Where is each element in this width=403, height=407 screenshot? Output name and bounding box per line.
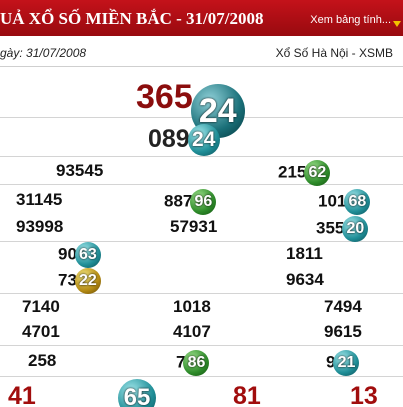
fourth-prize-3-ball: 22 [74, 268, 101, 294]
first-prize-number: 089 [148, 125, 190, 153]
fifth-prize-5: 4107 [173, 322, 211, 341]
seventh-prize-2-ball: 65 [118, 378, 156, 407]
view-table-link[interactable]: Xem bảng tính... [310, 14, 391, 26]
fifth-prize-6: 9615 [324, 322, 362, 341]
fourth-prize-row: 90 63 1811 73 22 9634 [0, 242, 403, 294]
second-prize-row: 93545 215 62 [0, 157, 403, 186]
first-prize: 089 24 [148, 124, 220, 157]
sixth-prize-1-number: 258 [28, 351, 57, 370]
third-prize-4: 93998 [16, 216, 63, 238]
second-prize-1-number: 93545 [56, 161, 104, 180]
first-prize-row: 089 24 [0, 118, 403, 157]
sixth-prize-2: 7 86 [176, 350, 210, 376]
seventh-prize-2: 65 [118, 377, 156, 407]
second-prize-2: 215 62 [278, 160, 331, 186]
fourth-prize-4: 9634 [286, 269, 324, 291]
info-bar: gày: 31/07/2008 Xổ Số Hà Nội - XSMB [0, 40, 403, 67]
third-prize-2: 887 96 [164, 189, 217, 215]
seventh-prize-3: 81 [233, 382, 261, 407]
page-title: UẢ XỔ SỐ MIỀN BẮC - 31/07/2008 [0, 9, 264, 28]
title-bar: UẢ XỔ SỐ MIỀN BẮC - 31/07/2008 Xem bảng … [0, 0, 403, 36]
fourth-prize-1-ball: 63 [74, 242, 101, 268]
third-prize-row: 31145 887 96 101 68 93998 57931 355 20 [0, 185, 403, 242]
third-prize-3: 101 68 [318, 189, 371, 215]
special-prize-row: 365 24 [0, 67, 403, 138]
special-prize-number: 365 [136, 78, 193, 116]
fourth-prize-3: 73 22 [58, 268, 101, 294]
seventh-prize-row: 41 65 81 13 [0, 377, 403, 407]
fourth-prize-2-number: 1811 [286, 244, 323, 263]
fifth-prize-2: 1018 [173, 297, 211, 316]
fifth-prize-4: 4701 [22, 322, 60, 341]
second-prize-2-ball: 62 [304, 160, 331, 186]
fourth-prize-2: 1811 [286, 243, 323, 265]
third-prize-4-number: 93998 [16, 217, 64, 236]
fifth-prize-row: 7140 1018 7494 4701 4107 9615 [0, 294, 403, 346]
third-prize-3-number: 101 [318, 191, 347, 211]
sixth-prize-2-ball: 86 [183, 350, 210, 376]
second-prize-1: 93545 [56, 160, 103, 182]
draw-date: gày: 31/07/2008 [0, 46, 87, 60]
third-prize-6: 355 20 [316, 216, 369, 242]
third-prize-1-number: 31145 [16, 190, 63, 209]
second-prize-2-number: 215 [278, 162, 307, 182]
first-prize-ball: 24 [187, 124, 220, 157]
sixth-prize-row: 258 7 86 9 21 [0, 346, 403, 377]
third-prize-2-number: 887 [164, 191, 193, 211]
sixth-prize-1: 258 [28, 350, 56, 372]
third-prize-3-ball: 68 [344, 189, 371, 215]
fifth-prize-3: 7494 [324, 297, 362, 316]
seventh-prize-1: 41 [8, 382, 36, 407]
third-prize-5: 57931 [170, 216, 217, 238]
sixth-prize-3: 9 21 [326, 350, 360, 376]
dropdown-arrow-icon[interactable] [393, 21, 401, 27]
third-prize-2-ball: 96 [190, 189, 217, 215]
third-prize-6-ball: 20 [342, 216, 369, 242]
fourth-prize-1: 90 63 [58, 242, 101, 268]
third-prize-5-number: 57931 [170, 217, 218, 236]
seventh-prize-4: 13 [350, 382, 378, 407]
third-prize-6-number: 355 [316, 218, 345, 238]
third-prize-1: 31145 [16, 189, 62, 211]
sixth-prize-3-ball: 21 [333, 350, 360, 376]
lottery-name: Xổ Số Hà Nội - XSMB [275, 46, 393, 60]
fourth-prize-4-number: 9634 [286, 270, 324, 289]
fifth-prize-1: 7140 [22, 297, 60, 316]
